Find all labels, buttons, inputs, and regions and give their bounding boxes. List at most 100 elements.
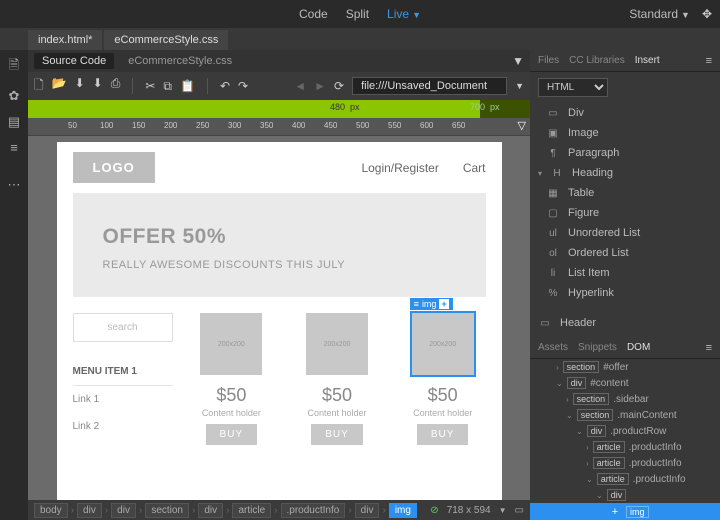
insert-item[interactable]: ▾HHeading xyxy=(530,163,720,183)
redo-icon[interactable]: ↷ xyxy=(238,79,248,93)
dom-node[interactable]: ›article.productInfo xyxy=(530,439,720,455)
insert-before-icon[interactable]: + xyxy=(608,505,622,519)
crumb[interactable]: section xyxy=(145,503,189,518)
horizontal-ruler: 50 100 150 200 250 300 350 400 450 500 5… xyxy=(28,118,530,136)
tab-index[interactable]: index.html* xyxy=(28,30,102,50)
cart-link[interactable]: Cart xyxy=(463,161,486,175)
right-panel: Files CC Libraries Insert ≡ HTML ▭Div▣Im… xyxy=(530,50,720,520)
dom-node[interactable]: ›article.productInfo xyxy=(530,455,720,471)
sidebar: search MENU ITEM 1 Link 1 Link 2 xyxy=(73,313,173,445)
expand-icon[interactable]: › xyxy=(556,363,559,372)
crumb[interactable]: body xyxy=(34,503,68,518)
design-canvas[interactable]: LOGO Login/Register Cart OFFER 50% REALL… xyxy=(57,142,502,500)
product-card: 200x200 $50 Content holder BUY xyxy=(189,313,275,445)
paste-icon[interactable]: 📋 xyxy=(180,79,195,94)
insert-category-select[interactable]: HTML xyxy=(538,78,608,97)
view-split[interactable]: Split xyxy=(346,7,369,21)
device-preview-icon[interactable]: ▭ xyxy=(515,505,524,516)
tab-cclibraries[interactable]: CC Libraries xyxy=(569,55,625,66)
address-dropdown[interactable]: ▼ xyxy=(515,81,524,91)
sync-icon[interactable]: ✥ xyxy=(702,7,712,21)
nav-back-icon[interactable]: ◄ xyxy=(294,79,306,93)
expand-icon[interactable]: ⌄ xyxy=(566,411,573,420)
insert-item[interactable]: ▢Figure xyxy=(530,203,720,223)
sidebar-menu-item[interactable]: MENU ITEM 1 xyxy=(73,358,173,386)
expand-icon[interactable]: › xyxy=(586,459,589,468)
breakpoint-bar[interactable]: 480px 700px xyxy=(28,100,530,118)
scrub-handle-icon[interactable]: ▽ xyxy=(518,119,526,132)
dom-node[interactable]: ⌄div.productRow xyxy=(530,423,720,439)
css-designer-icon[interactable]: ✿ xyxy=(9,88,20,104)
workspace-switcher[interactable]: Standard▼ xyxy=(629,7,690,21)
save-icon[interactable]: ⬇ xyxy=(75,76,85,97)
tab-insert[interactable]: Insert xyxy=(635,55,660,66)
insert-item[interactable]: liList Item xyxy=(530,263,720,283)
nav-fwd-icon[interactable]: ► xyxy=(314,79,326,93)
sidebar-link[interactable]: Link 2 xyxy=(73,413,173,440)
product-image-selected[interactable]: ≡ img + 200x200 xyxy=(412,313,474,375)
save-all-icon[interactable]: ⬇ xyxy=(93,76,103,97)
insert-item[interactable]: ulUnordered List xyxy=(530,223,720,243)
search-input[interactable]: search xyxy=(73,313,173,342)
crumb-active[interactable]: img xyxy=(389,503,417,518)
filter-icon[interactable]: ▼ xyxy=(512,54,524,68)
crumb[interactable]: article xyxy=(232,503,271,518)
view-code[interactable]: Code xyxy=(299,7,328,21)
undo-icon[interactable]: ↶ xyxy=(220,79,230,93)
insert-item[interactable]: olOrdered List xyxy=(530,243,720,263)
assets-icon[interactable]: ≡ xyxy=(10,140,18,155)
dom-node[interactable]: ⌄article.productInfo xyxy=(530,471,720,487)
insert-item[interactable]: %Hyperlink xyxy=(530,283,720,303)
insert-item[interactable]: ▦Table xyxy=(530,183,720,203)
source-code-button[interactable]: Source Code xyxy=(34,53,114,69)
panel-menu-icon[interactable]: ≡ xyxy=(706,55,712,67)
expand-icon[interactable]: › xyxy=(566,395,569,404)
dom-node[interactable]: ⌄div xyxy=(530,487,720,503)
address-bar[interactable]: file:///Unsaved_Document xyxy=(352,77,507,95)
expand-icon[interactable]: › xyxy=(586,443,589,452)
dom-node[interactable]: ›section.sidebar xyxy=(530,391,720,407)
buy-button[interactable]: BUY xyxy=(417,424,469,445)
dom-node[interactable]: ⌄div#content xyxy=(530,375,720,391)
tab-dom[interactable]: DOM xyxy=(627,342,650,353)
crumb[interactable]: div xyxy=(198,503,223,518)
cut-icon[interactable]: ✂ xyxy=(145,79,155,94)
more-tools-icon[interactable]: ⋯ xyxy=(8,177,21,193)
login-link[interactable]: Login/Register xyxy=(361,161,438,175)
tab-snippets[interactable]: Snippets xyxy=(578,342,617,353)
expand-icon[interactable]: ⌄ xyxy=(576,427,583,436)
dom-icon[interactable]: ▤ xyxy=(8,114,20,130)
hamburger-icon[interactable]: ≡ xyxy=(414,299,419,309)
tab-css[interactable]: eCommerceStyle.css xyxy=(104,30,228,50)
insert-item-header[interactable]: ▭Header xyxy=(530,313,720,333)
reload-icon[interactable]: ⟳ xyxy=(334,79,344,93)
view-live[interactable]: Live▼ xyxy=(387,7,421,21)
tab-files[interactable]: Files xyxy=(538,55,559,66)
crumb[interactable]: .productInfo xyxy=(281,503,346,518)
print-icon[interactable]: ⎙ xyxy=(111,76,121,97)
new-file-icon[interactable]: 🗋 xyxy=(34,76,44,97)
expand-icon[interactable]: ⌄ xyxy=(596,491,603,500)
insert-item[interactable]: ▣Image xyxy=(530,123,720,143)
crumb[interactable]: div xyxy=(355,503,380,518)
crumb[interactable]: div xyxy=(111,503,136,518)
buy-button[interactable]: BUY xyxy=(206,424,258,445)
related-file[interactable]: eCommerceStyle.css xyxy=(120,53,240,69)
expand-icon[interactable]: ⌄ xyxy=(586,475,593,484)
crumb[interactable]: div xyxy=(77,503,102,518)
file-icon[interactable]: 🗎 xyxy=(9,56,19,78)
dom-node[interactable]: +img xyxy=(530,503,720,520)
quick-insert-icon[interactable]: + xyxy=(439,299,448,309)
insert-item[interactable]: ▭Div xyxy=(530,103,720,123)
tab-assets[interactable]: Assets xyxy=(538,342,568,353)
element-selector-badge[interactable]: ≡ img + xyxy=(410,298,453,310)
dom-node[interactable]: ⌄section.mainContent xyxy=(530,407,720,423)
open-file-icon[interactable]: 📂 xyxy=(52,76,67,97)
copy-icon[interactable]: ⧉ xyxy=(163,79,172,94)
buy-button[interactable]: BUY xyxy=(311,424,363,445)
expand-icon[interactable]: ⌄ xyxy=(556,379,563,388)
panel-menu-icon[interactable]: ≡ xyxy=(706,342,712,354)
sidebar-link[interactable]: Link 1 xyxy=(73,386,173,413)
dom-node[interactable]: ›section#offer xyxy=(530,359,720,375)
insert-item[interactable]: ¶Paragraph xyxy=(530,143,720,163)
